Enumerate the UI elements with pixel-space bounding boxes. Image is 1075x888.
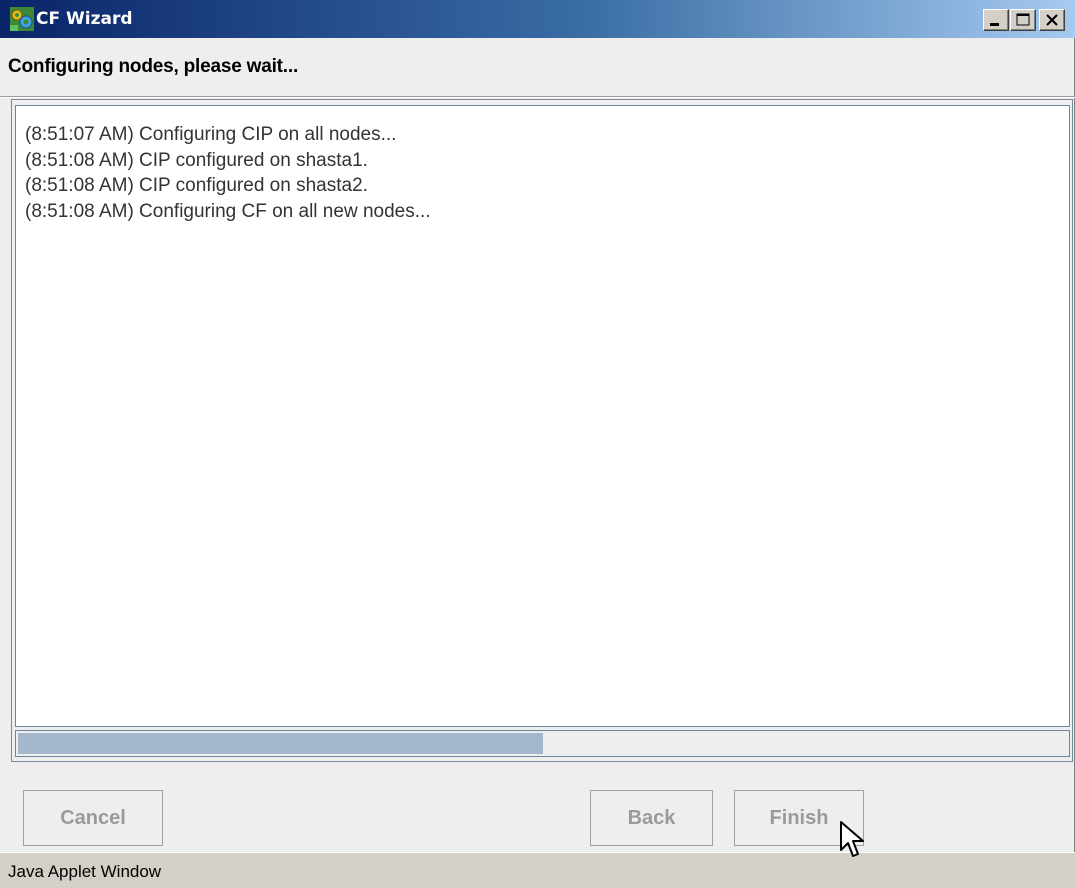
title-bar[interactable]: CF Wizard: [0, 0, 1075, 38]
wizard-step-header: Configuring nodes, please wait...: [8, 56, 299, 77]
minimize-icon: [990, 23, 999, 26]
back-button[interactable]: Back: [590, 790, 713, 846]
header-separator: [0, 96, 1075, 98]
progress-bar: [15, 730, 1070, 757]
log-line: (8:51:07 AM) Configuring CIP on all node…: [25, 124, 397, 145]
mouse-pointer-icon: [840, 821, 864, 857]
maximize-button[interactable]: [1010, 9, 1036, 31]
log-line: (8:51:08 AM) CIP configured on shasta1.: [25, 149, 368, 171]
status-bar-text: Java Applet Window: [8, 862, 162, 881]
cancel-button[interactable]: Cancel: [23, 790, 163, 846]
window-title: CF Wizard: [36, 9, 133, 29]
log-text-area[interactable]: (8:51:07 AM) Configuring CIP on all node…: [15, 105, 1070, 727]
minimize-button[interactable]: [983, 9, 1009, 31]
log-line: (8:51:08 AM) Configuring CF on all new n…: [25, 200, 431, 222]
cf-wizard-app-icon: [10, 7, 34, 31]
close-icon: [1046, 14, 1058, 26]
cf-wizard-window: CF Wizard Configuring nodes, please wait…: [0, 0, 1075, 888]
log-line: (8:51:08 AM) CIP configured on shasta2.: [25, 175, 368, 196]
log-lines: (8:51:07 AM) Configuring CIP on all node…: [25, 122, 431, 224]
status-bar: Java Applet Window: [0, 852, 1075, 888]
progress-bar-fill: [18, 733, 543, 754]
close-button[interactable]: [1039, 9, 1065, 31]
maximize-icon: [1016, 13, 1030, 26]
